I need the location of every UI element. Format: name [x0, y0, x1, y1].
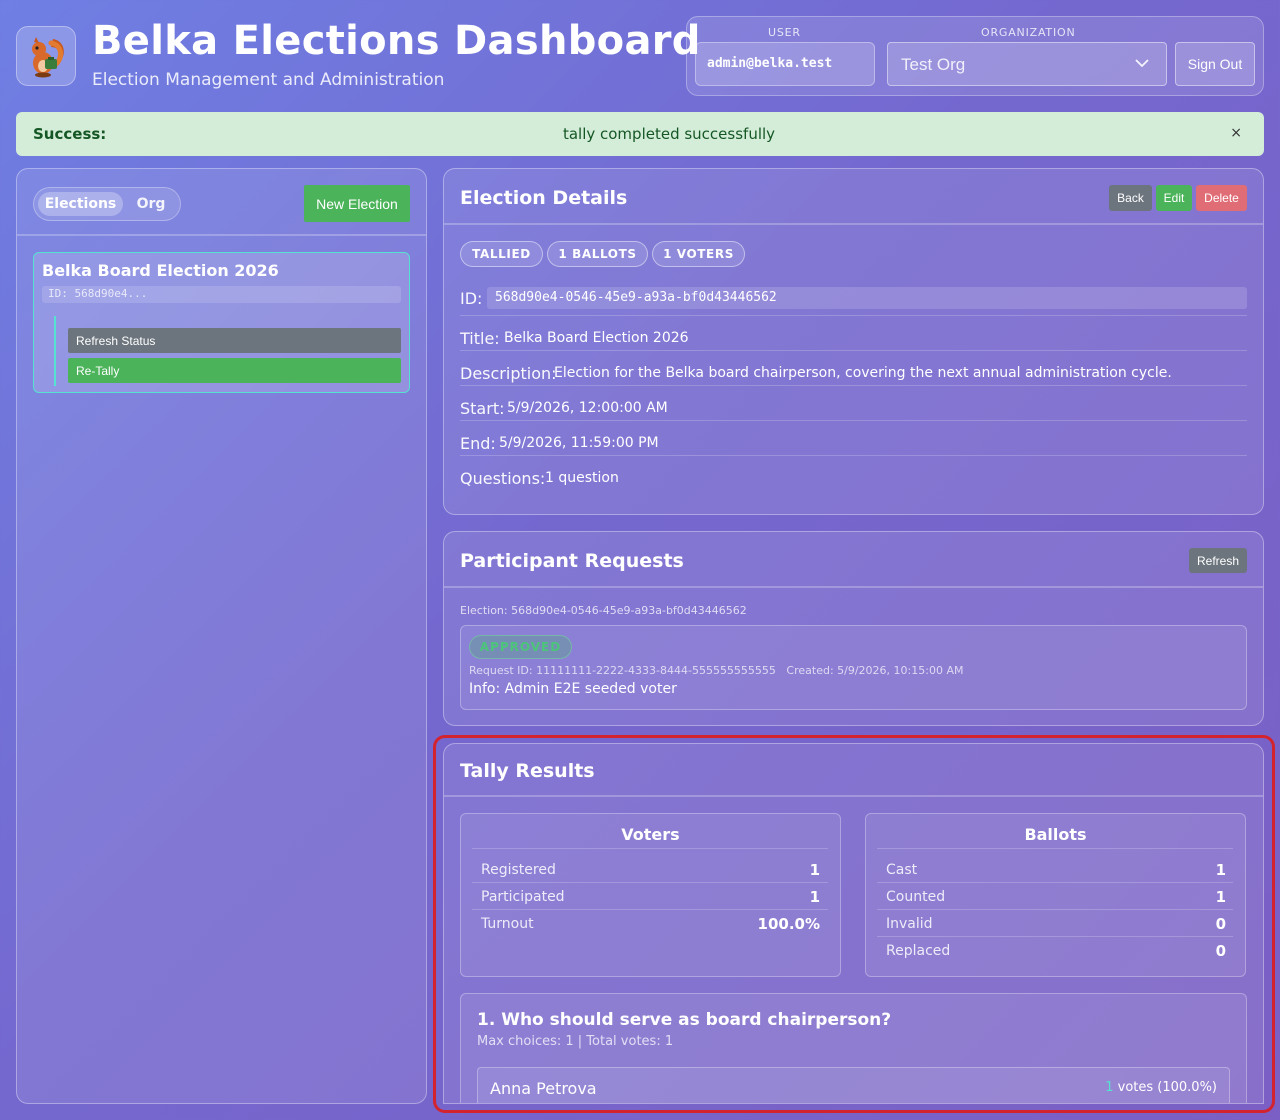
organization-select[interactable]: Test Org [887, 42, 1167, 86]
status-badge-approved: APPROVED [469, 635, 572, 659]
refresh-status-button[interactable]: Refresh Status [68, 328, 401, 353]
app-subtitle: Election Management and Administration [92, 70, 445, 90]
description-value: Election for the Belka board chairperson… [554, 365, 1172, 381]
election-item-accent-line [54, 316, 56, 386]
edit-button[interactable]: Edit [1156, 185, 1192, 211]
requests-divider [444, 586, 1263, 588]
alert-message: tally completed successfully [562, 125, 776, 143]
title-label: Title: [460, 329, 500, 348]
request-election-id: Election: 568d90e4-0546-45e9-a93a-bf0d43… [460, 604, 747, 617]
back-button[interactable]: Back [1109, 185, 1152, 211]
questions-label: Questions: [460, 469, 546, 488]
app-logo [16, 26, 76, 86]
user-label: USER [768, 26, 801, 39]
participant-requests-title: Participant Requests [460, 550, 684, 572]
election-id-value: 568d90e4-0546-45e9-a93a-bf0d43446562 [487, 287, 1247, 309]
app-title: Belka Elections Dashboard [92, 18, 701, 64]
tally-focus-outline [433, 735, 1275, 1113]
organization-value: Test Org [901, 55, 966, 74]
election-item-title: Belka Board Election 2026 [42, 261, 279, 280]
tab-elections[interactable]: Elections [38, 192, 123, 216]
ballots-badge: 1 BALLOTS [547, 241, 648, 267]
end-value: 5/9/2026, 11:59:00 PM [499, 435, 659, 451]
detail-separator [460, 315, 1247, 316]
start-value: 5/9/2026, 12:00:00 AM [507, 400, 668, 416]
organization-label: ORGANIZATION [981, 26, 1076, 39]
new-election-button[interactable]: New Election [304, 185, 410, 222]
start-label: Start: [460, 399, 505, 418]
voters-badge: 1 VOTERS [652, 241, 745, 267]
re-tally-button[interactable]: Re-Tally [68, 358, 401, 383]
detail-separator [460, 420, 1247, 421]
id-label: ID: [460, 289, 483, 308]
election-details-title: Election Details [460, 187, 628, 209]
end-label: End: [460, 434, 496, 453]
refresh-requests-button[interactable]: Refresh [1189, 548, 1247, 573]
sidebar-divider [17, 234, 426, 236]
request-meta: Request ID: 11111111-2222-4333-8444-5555… [469, 664, 964, 677]
status-badge-tallied: TALLIED [460, 241, 543, 267]
user-email-field: admin@belka.test [695, 42, 875, 86]
election-item-id: ID: 568d90e4... [42, 286, 401, 303]
success-alert: Success: tally completed successfully × [16, 112, 1264, 156]
close-icon[interactable]: × [1230, 125, 1242, 141]
title-value: Belka Board Election 2026 [504, 330, 689, 346]
request-info: Info: Admin E2E seeded voter [469, 681, 677, 697]
questions-value: 1 question [545, 470, 619, 486]
detail-separator [460, 385, 1247, 386]
description-label: Description: [460, 364, 557, 383]
sign-out-button[interactable]: Sign Out [1175, 42, 1255, 86]
squirrel-icon [32, 37, 64, 78]
detail-separator [460, 455, 1247, 456]
detail-separator [460, 350, 1247, 351]
details-divider [444, 223, 1263, 225]
chevron-down-icon [1135, 59, 1149, 68]
delete-button[interactable]: Delete [1196, 185, 1247, 211]
tab-org[interactable]: Org [128, 192, 174, 216]
